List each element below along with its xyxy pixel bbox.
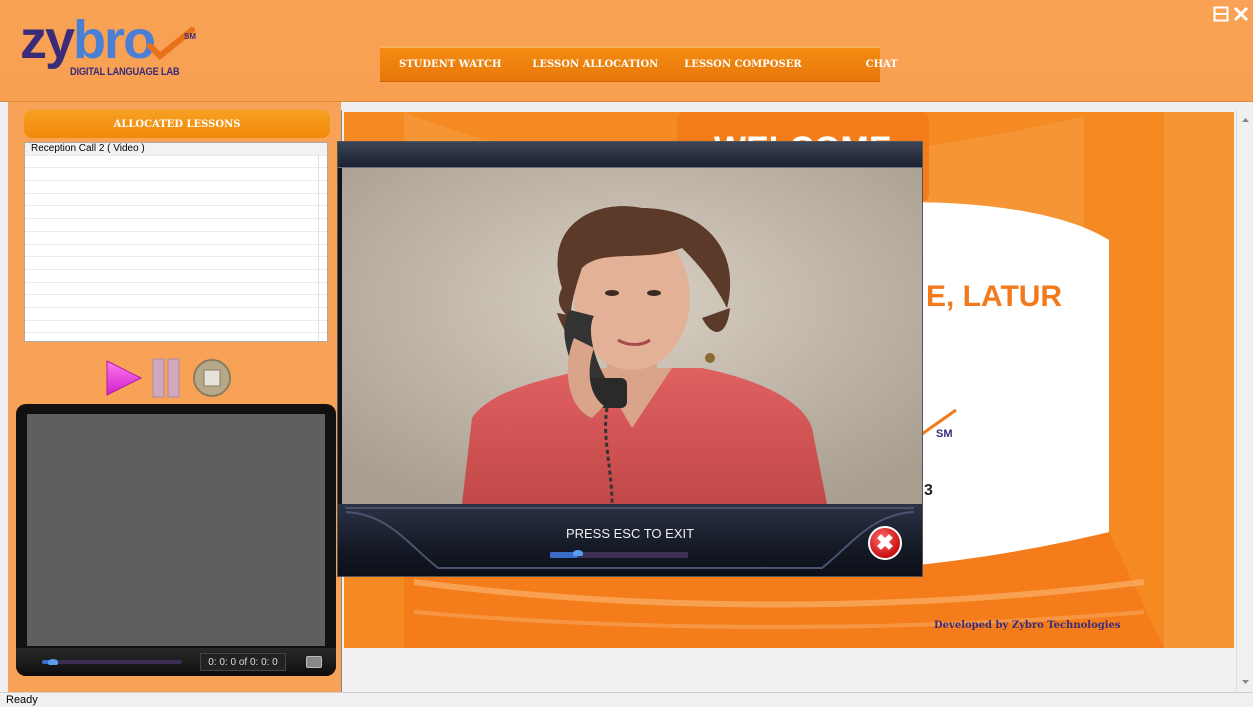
app-header: zybro SM DIGITAL LANGUAGE LAB STUDENT WA… <box>0 0 1253 102</box>
lesson-row-empty <box>25 321 327 334</box>
scroll-down-icon[interactable] <box>1237 673 1253 690</box>
nav-student-watch[interactable]: STUDENT WATCH <box>399 59 501 70</box>
allocated-lessons-list: Reception Call 2 ( Video ) <box>24 142 328 342</box>
allocated-lessons-header: ALLOCATED LESSONS <box>24 110 330 138</box>
window-controls <box>1213 6 1249 22</box>
main-scrollbar[interactable] <box>1236 110 1253 692</box>
playback-controls <box>104 356 244 400</box>
maximize-icon[interactable] <box>1213 6 1229 22</box>
lesson-row-empty <box>25 168 327 182</box>
logo-subtitle: DIGITAL LANGUAGE LAB <box>70 66 180 78</box>
logo-wordmark: zybro <box>20 10 156 70</box>
scroll-up-icon[interactable] <box>1237 112 1253 129</box>
lesson-row-empty <box>25 283 327 296</box>
lesson-row-empty <box>25 156 327 169</box>
player-seek-knob[interactable] <box>48 659 59 665</box>
lesson-row-empty <box>25 194 327 207</box>
pause-icon[interactable] <box>152 358 182 398</box>
stop-icon[interactable] <box>192 358 232 398</box>
player-screen <box>27 414 325 646</box>
logo-sm-mark: SM <box>184 32 196 41</box>
video-frame-image <box>342 168 922 504</box>
nav-chat[interactable]: CHAT <box>866 59 898 70</box>
logo-word-part: zy <box>20 10 75 70</box>
player-time-display: 0: 0: 0 of 0: 0: 0 <box>200 653 286 671</box>
left-panel: ALLOCATED LESSONS Reception Call 2 ( Vid… <box>8 102 341 692</box>
logo-word-part: b <box>73 10 106 70</box>
nav-lesson-allocation[interactable]: LESSON ALLOCATION <box>532 59 658 70</box>
press-esc-instruction: PRESS ESC TO EXIT <box>565 526 695 541</box>
lesson-row-empty <box>25 206 327 220</box>
video-popup-controls: PRESS ESC TO EXIT ✖ <box>338 504 922 576</box>
video-frame <box>342 168 922 504</box>
mini-video-player: 0: 0: 0 of 0: 0: 0 <box>16 404 336 676</box>
video-seek-bar[interactable] <box>550 550 688 558</box>
welcome-sm-mark: SM <box>936 428 953 440</box>
nav-lesson-composer[interactable]: LESSON COMPOSER <box>684 59 801 70</box>
video-popup: PRESS ESC TO EXIT ✖ <box>337 141 923 577</box>
video-seek-knob[interactable] <box>572 550 583 556</box>
lesson-row-empty <box>25 308 327 321</box>
lesson-row-empty <box>25 295 327 308</box>
lesson-row-empty <box>25 245 327 258</box>
main-nav: STUDENT WATCH LESSON ALLOCATION LESSON C… <box>380 46 898 82</box>
zybro-logo: zybro SM DIGITAL LANGUAGE LAB <box>16 10 206 82</box>
fullscreen-icon[interactable] <box>306 656 322 668</box>
lesson-row-empty <box>25 257 327 270</box>
developer-credit: Developed by Zybro Technologies <box>934 620 1121 631</box>
lesson-item[interactable]: Reception Call 2 ( Video ) <box>25 143 327 156</box>
lesson-row-empty <box>25 232 327 245</box>
player-seek-bar[interactable] <box>42 659 182 665</box>
close-window-icon[interactable] <box>1233 6 1249 22</box>
status-bar: Ready <box>0 692 1253 707</box>
logo-word-part: r <box>104 10 125 70</box>
player-control-bar: 0: 0: 0 of 0: 0: 0 <box>16 648 336 676</box>
play-icon[interactable] <box>104 358 144 398</box>
video-popup-titlebar <box>338 142 922 168</box>
welcome-place-text: E, LATUR <box>926 280 1063 313</box>
lesson-row-empty <box>25 181 327 194</box>
close-video-button[interactable]: ✖ <box>868 526 902 560</box>
lesson-row-empty <box>25 219 327 232</box>
welcome-partial-digit: 3 <box>924 482 933 499</box>
lesson-row-empty <box>25 270 327 283</box>
